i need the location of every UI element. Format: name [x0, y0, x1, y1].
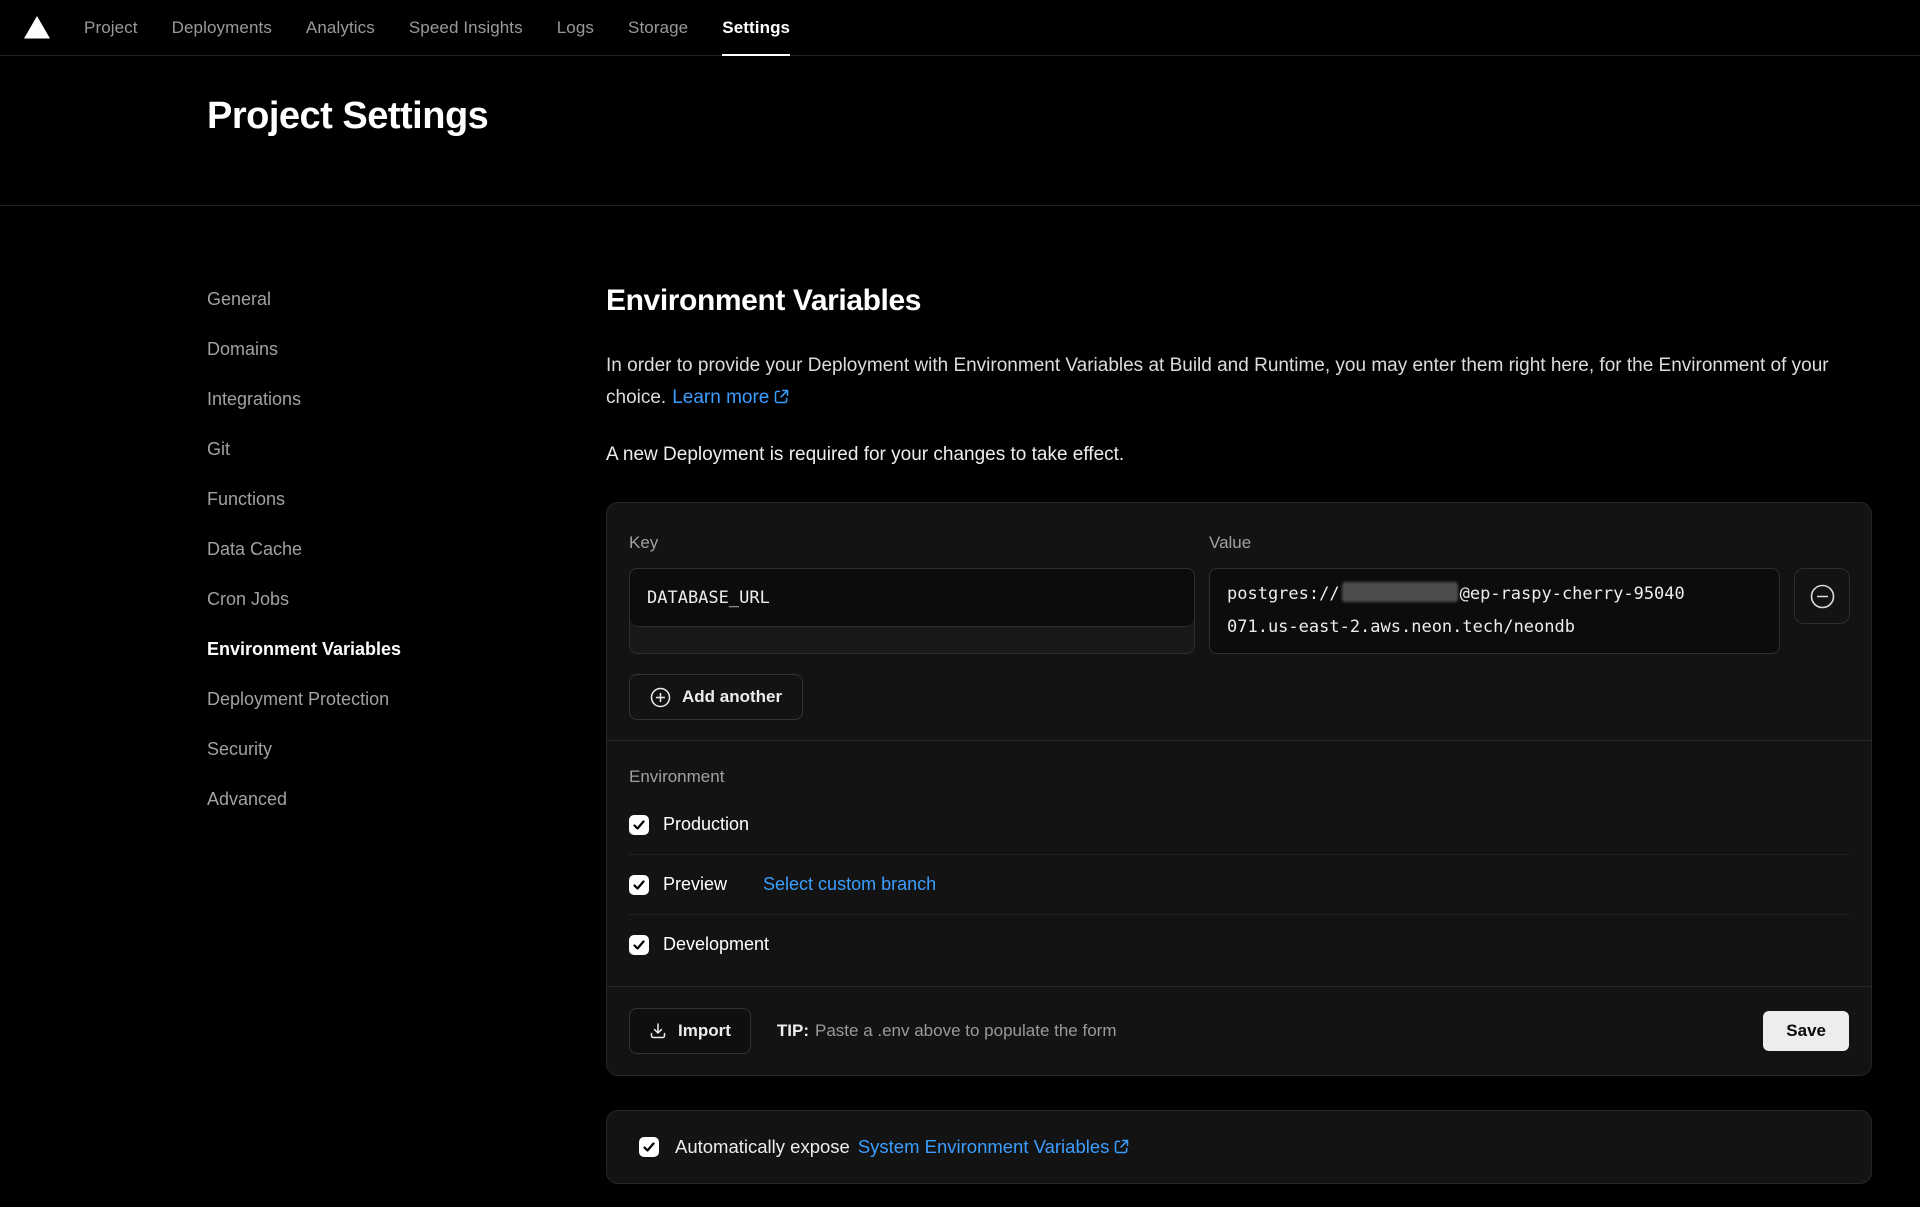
environment-row-preview: Preview Select custom branch: [629, 855, 1849, 914]
deployment-note: A new Deployment is required for your ch…: [606, 442, 1872, 468]
import-button[interactable]: Import: [629, 1008, 751, 1054]
key-input-extension[interactable]: [630, 627, 1194, 653]
preview-checkbox[interactable]: [629, 875, 649, 895]
sidebar-item-git[interactable]: Git: [207, 424, 606, 474]
main-panel: Environment Variables In order to provid…: [606, 206, 1872, 1184]
nav-tab-speed-insights[interactable]: Speed Insights: [409, 0, 523, 55]
redacted-credential: [1342, 582, 1458, 602]
tip-text: TIP:Paste a .env above to populate the f…: [777, 1021, 1117, 1041]
sidebar-item-environment-variables[interactable]: Environment Variables: [207, 624, 606, 674]
content-area: General Domains Integrations Git Functio…: [0, 206, 1920, 1184]
environment-label: Environment: [629, 767, 1849, 787]
sidebar-item-deployment-protection[interactable]: Deployment Protection: [207, 674, 606, 724]
checkmark-icon: [632, 878, 646, 892]
environment-name: Preview: [663, 874, 727, 895]
environment-row-development: Development: [629, 915, 1849, 974]
environment-name: Production: [663, 814, 749, 835]
production-checkbox[interactable]: [629, 815, 649, 835]
development-checkbox[interactable]: [629, 935, 649, 955]
auto-expose-text: Automatically expose: [675, 1136, 850, 1158]
vercel-logo-icon[interactable]: [24, 0, 50, 55]
environment-name: Development: [663, 934, 769, 955]
sidebar-item-advanced[interactable]: Advanced: [207, 774, 606, 824]
nav-tab-settings[interactable]: Settings: [722, 0, 790, 55]
select-custom-branch-link[interactable]: Select custom branch: [763, 874, 936, 895]
add-another-button[interactable]: Add another: [629, 674, 803, 720]
page-title: Project Settings: [207, 92, 1920, 140]
value-line-2: 071.us-east-2.aws.neon.tech/neondb: [1227, 611, 1762, 644]
learn-more-link[interactable]: Learn more: [672, 387, 789, 408]
nav-tab-deployments[interactable]: Deployments: [172, 0, 272, 55]
key-input[interactable]: DATABASE_URL: [630, 569, 1194, 627]
key-label: Key: [629, 533, 1195, 553]
sidebar-item-functions[interactable]: Functions: [207, 474, 606, 524]
auto-expose-checkbox[interactable]: [639, 1137, 659, 1157]
environment-row-production: Production: [629, 795, 1849, 854]
minus-circle-icon: [1809, 583, 1836, 610]
save-button[interactable]: Save: [1763, 1011, 1849, 1051]
form-footer: Import TIP:Paste a .env above to populat…: [607, 986, 1871, 1075]
nav-tab-storage[interactable]: Storage: [628, 0, 688, 55]
download-icon: [649, 1022, 667, 1040]
sidebar-item-domains[interactable]: Domains: [207, 324, 606, 374]
value-line-1: postgres://@ep-raspy-cherry-95040: [1227, 578, 1762, 611]
section-description: In order to provide your Deployment with…: [606, 350, 1872, 414]
top-navigation: Project Deployments Analytics Speed Insi…: [0, 0, 1920, 56]
external-link-icon: [774, 389, 789, 404]
auto-expose-card: Automatically expose System Environment …: [606, 1110, 1872, 1184]
key-field-group: DATABASE_URL: [629, 568, 1195, 654]
sidebar-item-security[interactable]: Security: [207, 724, 606, 774]
system-env-vars-link[interactable]: System Environment Variables: [858, 1136, 1130, 1158]
sidebar-item-integrations[interactable]: Integrations: [207, 374, 606, 424]
nav-tab-analytics[interactable]: Analytics: [306, 0, 375, 55]
description-text: In order to provide your Deployment with…: [606, 355, 1829, 408]
settings-sidebar: General Domains Integrations Git Functio…: [207, 206, 606, 1184]
value-input[interactable]: postgres://@ep-raspy-cherry-95040 071.us…: [1209, 568, 1780, 654]
sidebar-item-cron-jobs[interactable]: Cron Jobs: [207, 574, 606, 624]
sidebar-item-general[interactable]: General: [207, 274, 606, 324]
plus-circle-icon: [650, 687, 671, 708]
hero-section: Project Settings: [0, 56, 1920, 206]
env-vars-form-card: Key Value DATABASE_URL postgres://@ep-ra…: [606, 502, 1872, 1076]
value-label: Value: [1209, 533, 1780, 553]
external-link-icon: [1114, 1139, 1129, 1154]
nav-tab-project[interactable]: Project: [84, 0, 138, 55]
checkmark-icon: [642, 1140, 656, 1154]
environment-section: Environment Production Preview Selec: [607, 741, 1871, 986]
nav-tab-logs[interactable]: Logs: [557, 0, 594, 55]
nav-tabs: Project Deployments Analytics Speed Insi…: [84, 0, 790, 55]
key-value-form: Key Value DATABASE_URL postgres://@ep-ra…: [607, 503, 1871, 740]
remove-variable-button[interactable]: [1794, 568, 1850, 624]
checkmark-icon: [632, 938, 646, 952]
section-heading: Environment Variables: [606, 284, 1872, 318]
page: Project Deployments Analytics Speed Insi…: [0, 0, 1920, 1207]
checkmark-icon: [632, 818, 646, 832]
sidebar-item-data-cache[interactable]: Data Cache: [207, 524, 606, 574]
